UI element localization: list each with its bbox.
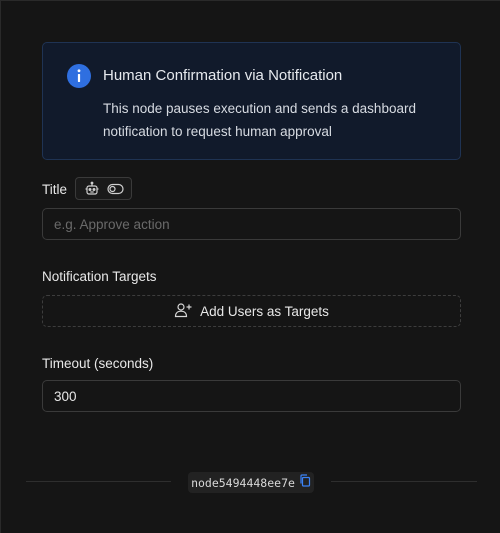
timeout-input[interactable] — [42, 380, 461, 412]
title-input[interactable] — [42, 208, 461, 240]
footer-divider-right — [331, 481, 477, 482]
add-user-icon — [174, 302, 192, 321]
notification-targets-label: Notification Targets — [42, 269, 157, 284]
toggle-icon — [106, 183, 124, 195]
node-id-chip[interactable]: node5494448ee7e — [188, 472, 314, 493]
timeout-label: Timeout (seconds) — [42, 356, 154, 371]
node-id-text: node5494448ee7e — [191, 475, 295, 490]
title-label: Title — [42, 182, 68, 197]
info-title: Human Confirmation via Notification — [103, 67, 343, 84]
ai-toggle-button[interactable] — [75, 177, 132, 200]
footer-divider-left — [26, 481, 171, 482]
node-config-panel: Human Confirmation via Notification This… — [0, 0, 500, 533]
info-icon — [67, 64, 91, 88]
copy-icon[interactable] — [299, 473, 311, 492]
info-description: This node pauses execution and sends a d… — [103, 101, 416, 139]
robot-icon — [84, 181, 100, 197]
info-banner: Human Confirmation via Notification This… — [42, 42, 461, 160]
add-users-button[interactable]: Add Users as Targets — [42, 295, 461, 327]
add-users-button-label: Add Users as Targets — [200, 303, 329, 319]
